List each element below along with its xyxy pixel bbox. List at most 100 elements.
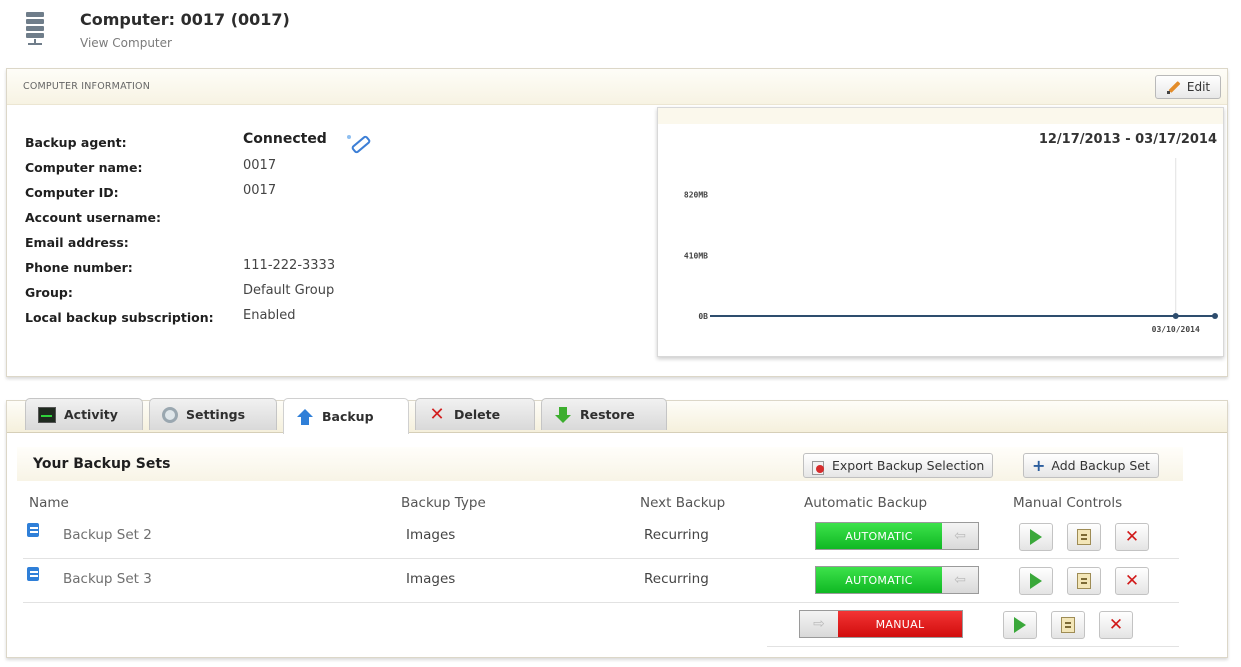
add-backup-set-button[interactable]: + Add Backup Set xyxy=(1023,453,1159,478)
edit-button-label: Edit xyxy=(1186,80,1211,94)
storage-usage-chart: 12/17/2013 - 03/17/2014 820MB 410MB 0B 03/1… xyxy=(657,107,1224,357)
info-row-group: Group: Default Group xyxy=(25,279,585,304)
info-value: Default Group xyxy=(243,283,335,298)
play-icon xyxy=(1030,529,1042,545)
info-row-phone-number: Phone number: 111-222-3333 xyxy=(25,254,585,279)
page-title: Computer: 0017 (0017) xyxy=(80,10,290,29)
info-row-computer-name: Computer name: 0017 xyxy=(25,154,585,179)
pencil-icon xyxy=(1166,79,1182,95)
data-point xyxy=(1212,313,1218,319)
close-icon: ✕ xyxy=(1124,571,1140,591)
run-backup-button[interactable] xyxy=(1019,523,1053,551)
next-backup: Recurring xyxy=(644,527,709,543)
page-subtitle: View Computer xyxy=(80,36,172,50)
info-label: Backup agent: xyxy=(25,135,127,150)
computer-info-list: Backup agent: Connected Computer name: 0… xyxy=(25,129,585,329)
run-backup-button[interactable] xyxy=(1019,567,1053,595)
column-header-automatic-backup: Automatic Backup xyxy=(804,495,928,511)
info-label: Phone number: xyxy=(25,260,133,275)
next-backup: Recurring xyxy=(644,571,709,587)
info-label: Computer name: xyxy=(25,160,143,175)
server-icon xyxy=(26,12,44,46)
tab-label: Delete xyxy=(454,407,501,422)
info-label: Group: xyxy=(25,285,73,300)
backup-agent-status: Connected xyxy=(243,131,327,147)
tab-label: Restore xyxy=(580,407,635,422)
section-title: COMPUTER INFORMATION xyxy=(23,81,151,92)
arrow-right-icon: ⇨ xyxy=(800,611,838,637)
info-value: 111-222-3333 xyxy=(243,258,336,273)
edit-backup-set-button[interactable] xyxy=(1067,567,1101,595)
table-row: ⇨ MANUAL ✕ xyxy=(767,603,1179,647)
data-point xyxy=(1172,313,1179,319)
info-row-backup-agent: Backup agent: Connected xyxy=(25,129,585,154)
close-icon: ✕ xyxy=(1124,527,1140,547)
automatic-label: AUTOMATIC xyxy=(816,567,942,593)
table-row: Backup Set 3 Images Recurring AUTOMATIC … xyxy=(23,559,1179,603)
tab-strip: Activity Settings Backup ✕ Delete Restor… xyxy=(7,398,1227,434)
edit-button[interactable]: Edit xyxy=(1155,75,1221,99)
backup-sets-header: Your Backup Sets Export Backup Selection… xyxy=(17,447,1183,481)
edit-document-icon xyxy=(1061,617,1075,633)
arrow-left-icon: ⇦ xyxy=(942,523,978,549)
activity-icon xyxy=(38,406,56,423)
tab-label: Settings xyxy=(186,407,246,422)
backup-set-name[interactable]: Backup Set 2 xyxy=(63,527,152,543)
info-row-account-username: Account username: xyxy=(25,204,585,229)
info-row-local-backup: Local backup subscription: Enabled xyxy=(25,304,585,329)
manual-label: MANUAL xyxy=(838,611,962,637)
computer-info-panel: COMPUTER INFORMATION Edit Backup agent: … xyxy=(6,68,1228,377)
tab-backup[interactable]: Backup xyxy=(283,398,409,434)
automatic-backup-toggle[interactable]: AUTOMATIC ⇦ xyxy=(815,566,979,594)
tab-delete[interactable]: ✕ Delete xyxy=(415,398,535,430)
info-value: 0017 xyxy=(243,183,277,198)
tab-activity[interactable]: Activity xyxy=(25,398,143,430)
tab-label: Activity xyxy=(64,407,118,422)
delete-backup-set-button[interactable]: ✕ xyxy=(1115,523,1149,551)
column-header-manual-controls: Manual Controls xyxy=(1013,495,1123,511)
close-icon: ✕ xyxy=(1108,615,1124,635)
delete-x-icon: ✕ xyxy=(429,403,445,425)
add-button-label: Add Backup Set xyxy=(1051,458,1150,473)
y-tick-label: 410MB xyxy=(684,251,708,260)
edit-backup-set-button[interactable] xyxy=(1051,611,1085,639)
automatic-label: AUTOMATIC xyxy=(816,523,942,549)
y-tick-label: 820MB xyxy=(684,191,708,200)
x-tick-label: 03/10/2014 xyxy=(1152,325,1200,334)
info-row-email-address: Email address: xyxy=(25,229,585,254)
info-label: Email address: xyxy=(25,235,129,250)
edit-document-icon xyxy=(1077,573,1091,589)
delete-backup-set-button[interactable]: ✕ xyxy=(1115,567,1149,595)
page-header: Computer: 0017 (0017) View Computer xyxy=(26,8,626,58)
tab-label: Backup xyxy=(322,409,374,424)
info-value: Enabled xyxy=(243,308,296,323)
edit-backup-set-button[interactable] xyxy=(1067,523,1101,551)
arrow-left-icon: ⇦ xyxy=(942,567,978,593)
info-value: 0017 xyxy=(243,158,277,173)
backup-set-name[interactable]: Backup Set 3 xyxy=(63,571,152,587)
y-tick-label: 0B xyxy=(698,312,708,321)
tab-restore[interactable]: Restore xyxy=(541,398,667,430)
connected-link-icon xyxy=(347,133,369,151)
info-label: Computer ID: xyxy=(25,185,119,200)
download-arrow-icon xyxy=(554,406,572,423)
table-row: Backup Set 2 Images Recurring AUTOMATIC … xyxy=(23,515,1179,559)
backup-tabs-panel: Activity Settings Backup ✕ Delete Restor… xyxy=(6,398,1228,658)
info-label: Local backup subscription: xyxy=(25,310,214,325)
automatic-backup-toggle[interactable]: AUTOMATIC ⇦ xyxy=(815,522,979,550)
chart-plot: 820MB 410MB 0B 03/10/2014 xyxy=(684,158,1218,334)
computer-info-header: COMPUTER INFORMATION Edit xyxy=(7,69,1227,105)
delete-backup-set-button[interactable]: ✕ xyxy=(1099,611,1133,639)
export-backup-selection-button[interactable]: Export Backup Selection xyxy=(803,453,994,478)
play-icon xyxy=(1014,617,1026,633)
tab-settings[interactable]: Settings xyxy=(149,398,277,430)
column-header-name: Name xyxy=(29,495,69,511)
manual-backup-toggle[interactable]: ⇨ MANUAL xyxy=(799,610,963,638)
backup-type: Images xyxy=(406,527,456,543)
export-button-label: Export Backup Selection xyxy=(832,458,985,473)
backup-set-icon xyxy=(27,567,43,583)
run-backup-button[interactable] xyxy=(1003,611,1037,639)
gear-icon xyxy=(162,406,178,423)
edit-document-icon xyxy=(1077,529,1091,545)
upload-arrow-icon xyxy=(296,408,314,425)
